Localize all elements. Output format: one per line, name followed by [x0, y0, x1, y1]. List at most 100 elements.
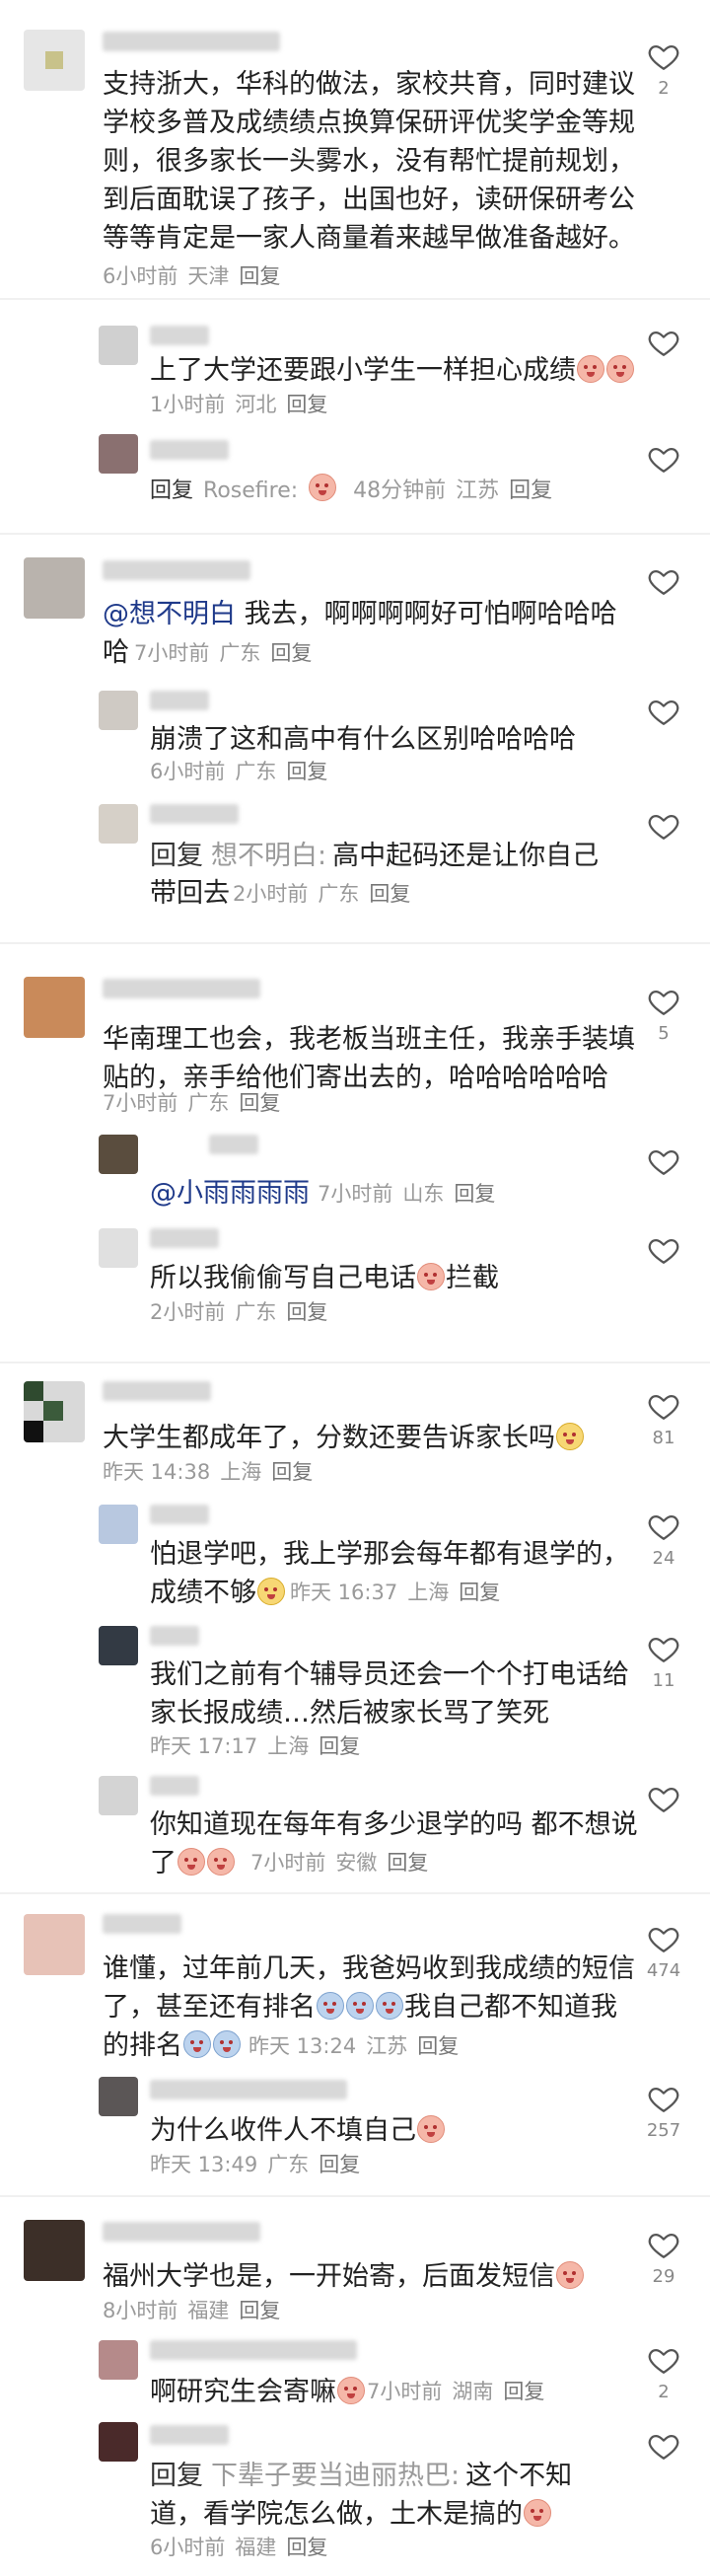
reply-button[interactable]: 回复: [270, 641, 312, 665]
avatar[interactable]: [99, 1135, 138, 1174]
heart-outline-icon: [647, 2228, 680, 2261]
like-button[interactable]: 474: [639, 1922, 688, 1983]
reply-target-user[interactable]: 下辈子要当迪丽热巴:: [211, 2461, 460, 2491]
reply-button[interactable]: 回复: [239, 264, 280, 288]
reply-button[interactable]: 回复: [319, 1734, 360, 1758]
like-button[interactable]: 257: [639, 2082, 688, 2143]
location: 河北: [235, 393, 277, 416]
avatar[interactable]: [99, 2422, 138, 2462]
avatar[interactable]: [99, 1776, 138, 1815]
reply-text: 回复 想不明白: 高中起码还是让你自己: [150, 841, 600, 871]
reply-target-user[interactable]: Rosefire:: [203, 478, 298, 503]
avatar[interactable]: [99, 691, 138, 730]
avatar[interactable]: [99, 1626, 138, 1665]
heart-outline-icon: [647, 1922, 680, 1955]
avatar[interactable]: [99, 326, 138, 365]
like-button[interactable]: [639, 809, 688, 843]
reply-button[interactable]: 回复: [239, 2299, 280, 2322]
reply-button[interactable]: 回复: [286, 2536, 327, 2559]
avatar[interactable]: [99, 2077, 138, 2116]
mention-link[interactable]: @想不明白: [103, 599, 236, 629]
like-button[interactable]: 2: [639, 39, 688, 101]
heart-outline-icon: [647, 2429, 680, 2463]
username[interactable]: [103, 2222, 260, 2242]
username[interactable]: [150, 2080, 347, 2099]
username[interactable]: [103, 979, 260, 998]
like-button[interactable]: [639, 1782, 688, 1815]
avatar[interactable]: [99, 434, 138, 474]
username[interactable]: [103, 1914, 181, 1934]
username[interactable]: [150, 691, 209, 710]
username[interactable]: [150, 2340, 357, 2360]
reply-meta: 7小时前 湖南 回复: [367, 2378, 554, 2405]
like-count: 24: [652, 1548, 675, 1569]
reply-button[interactable]: 回复: [239, 1091, 280, 1115]
username[interactable]: [103, 1381, 211, 1401]
location: 安徽: [335, 1851, 378, 1875]
username[interactable]: [103, 32, 280, 51]
username[interactable]: [103, 560, 250, 580]
avatar[interactable]: [99, 1228, 138, 1268]
like-button[interactable]: 24: [639, 1509, 688, 1571]
username[interactable]: [150, 440, 229, 460]
timestamp: 昨天 17:17: [150, 1734, 258, 1758]
like-button[interactable]: [639, 695, 688, 728]
reply-button[interactable]: 回复: [286, 760, 327, 783]
reply-target-user[interactable]: 想不明白:: [211, 841, 326, 871]
reply-button[interactable]: 回复: [286, 1300, 327, 1324]
reply-button[interactable]: 回复: [387, 1851, 428, 1875]
reply-button[interactable]: 回复: [319, 2153, 360, 2176]
heart-outline-icon: [647, 695, 680, 728]
heart-outline-icon: [647, 1389, 680, 1423]
avatar[interactable]: [99, 804, 138, 844]
username[interactable]: [150, 1228, 219, 1248]
timestamp: 昨天 16:37: [290, 1581, 398, 1604]
username[interactable]: [209, 1135, 258, 1154]
username[interactable]: [150, 2425, 229, 2445]
location: 广东: [235, 760, 277, 783]
avatar[interactable]: [24, 557, 85, 619]
location: 江苏: [366, 2034, 408, 2058]
reply-button[interactable]: 回复: [509, 478, 552, 503]
timestamp: 1小时前: [150, 393, 226, 416]
avatar[interactable]: [24, 1914, 85, 1975]
like-button[interactable]: [639, 442, 688, 476]
like-button[interactable]: [639, 564, 688, 598]
username[interactable]: [150, 804, 239, 824]
reply-button[interactable]: 回复: [369, 882, 410, 906]
avatar[interactable]: [99, 1505, 138, 1544]
username[interactable]: [150, 1776, 199, 1796]
like-button[interactable]: 5: [639, 985, 688, 1046]
reply-meta: 回复 Rosefire: 48分钟前 江苏 回复: [150, 474, 562, 505]
pig-emoji-icon: [309, 474, 337, 501]
reply-button[interactable]: 回复: [459, 1581, 500, 1604]
avatar[interactable]: [99, 2340, 138, 2380]
like-button[interactable]: 11: [639, 1632, 688, 1693]
reply-button[interactable]: 回复: [454, 1182, 495, 1206]
like-button[interactable]: 29: [639, 2228, 688, 2289]
avatar[interactable]: [24, 1381, 85, 1442]
reply-button[interactable]: 回复: [417, 2034, 459, 2058]
username[interactable]: [150, 1505, 209, 1524]
divider: [0, 1362, 710, 1363]
like-button[interactable]: [639, 1233, 688, 1267]
reply-meta: 昨天 16:37 上海 回复: [290, 1579, 510, 1606]
like-button[interactable]: [639, 2429, 688, 2463]
like-count: 474: [646, 1960, 681, 1981]
like-button[interactable]: 2: [639, 2343, 688, 2404]
reply-button[interactable]: 回复: [503, 2380, 544, 2403]
avatar[interactable]: [24, 2220, 85, 2281]
like-button[interactable]: [639, 1144, 688, 1178]
like-button[interactable]: 81: [639, 1389, 688, 1450]
reply-button[interactable]: 回复: [286, 393, 327, 416]
location: 上海: [220, 1460, 262, 1484]
avatar[interactable]: [24, 977, 85, 1038]
mention-link[interactable]: @小雨雨雨雨: [150, 1178, 310, 1209]
heart-outline-icon: [647, 1632, 680, 1665]
username[interactable]: [150, 326, 209, 345]
username[interactable]: [150, 1626, 199, 1646]
reply-button[interactable]: 回复: [271, 1460, 313, 1484]
avatar[interactable]: [24, 30, 85, 91]
like-button[interactable]: [639, 326, 688, 359]
reply-text: 我们之前有个辅导员还会一个个打电话给 家长报成绩…然后被家长骂了笑死: [150, 1659, 629, 1729]
